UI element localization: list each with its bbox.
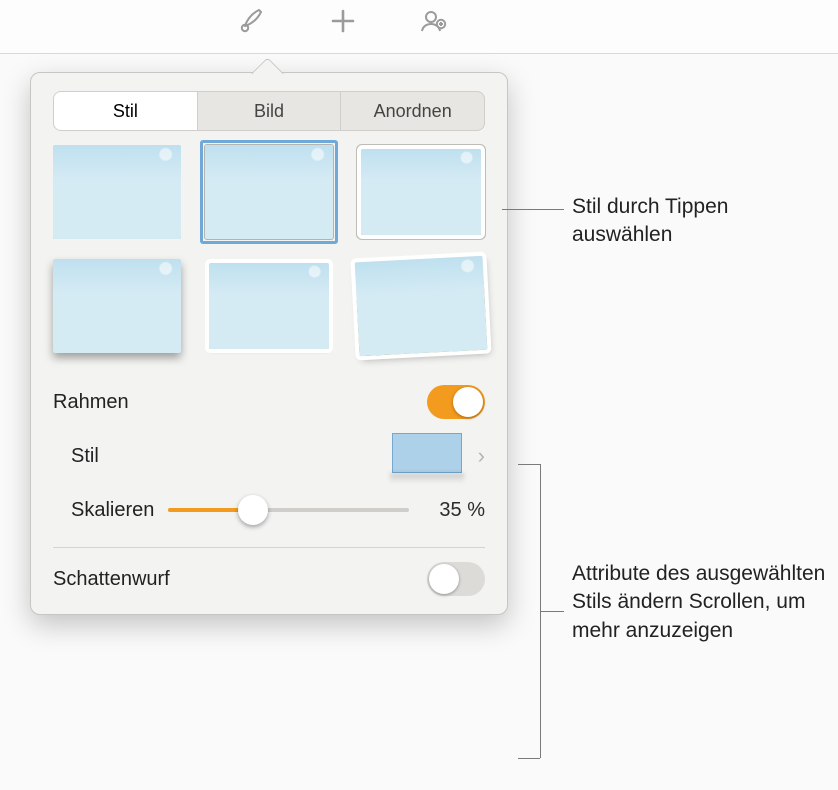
shadow-toggle[interactable] [427,562,485,596]
frame-style-row[interactable]: Stil › [53,429,485,483]
callout-leader [502,209,564,210]
format-popover: Stil Bild Anordnen Rahmen Stil › Skalier… [30,72,508,615]
shadow-heading: Schattenwurf [53,568,170,591]
callout-text: Attribute des ausgewählten Stils ändern … [572,560,832,645]
style-preset[interactable] [205,145,333,239]
tab-label: Stil [113,101,138,122]
format-brush-icon[interactable] [238,6,268,36]
add-icon[interactable] [328,6,358,36]
app-toolbar [0,0,838,54]
frame-toggle[interactable] [427,385,485,419]
frame-scale-value: 35 % [423,499,485,522]
collaborate-icon[interactable] [418,6,448,36]
tab-image[interactable]: Bild [198,92,342,130]
callout-text: Stil durch Tippen auswählen [572,193,832,250]
style-preset[interactable] [53,145,181,239]
callout-leader [518,758,540,759]
style-preset[interactable] [357,145,485,239]
tab-label: Bild [254,101,284,122]
style-preset[interactable] [205,259,333,353]
tab-style[interactable]: Stil [54,92,198,130]
frame-section: Rahmen Stil › Skalieren 35 % Schattenwur… [53,375,485,606]
divider [53,547,485,548]
tab-segmented-control: Stil Bild Anordnen [53,91,485,131]
tab-label: Anordnen [374,101,452,122]
frame-style-preview [388,429,466,483]
style-preset-grid [53,145,485,353]
callout-leader [518,464,540,465]
style-preset[interactable] [357,259,485,353]
frame-style-label: Stil [71,445,99,468]
tab-arrange[interactable]: Anordnen [341,92,484,130]
frame-heading: Rahmen [53,391,129,414]
frame-scale-slider[interactable] [168,499,409,521]
style-preset[interactable] [53,259,181,353]
callout-leader [540,611,564,612]
frame-scale-row: Skalieren 35 % [53,483,485,537]
frame-scale-label: Skalieren [71,499,154,522]
chevron-right-icon: › [478,443,485,469]
